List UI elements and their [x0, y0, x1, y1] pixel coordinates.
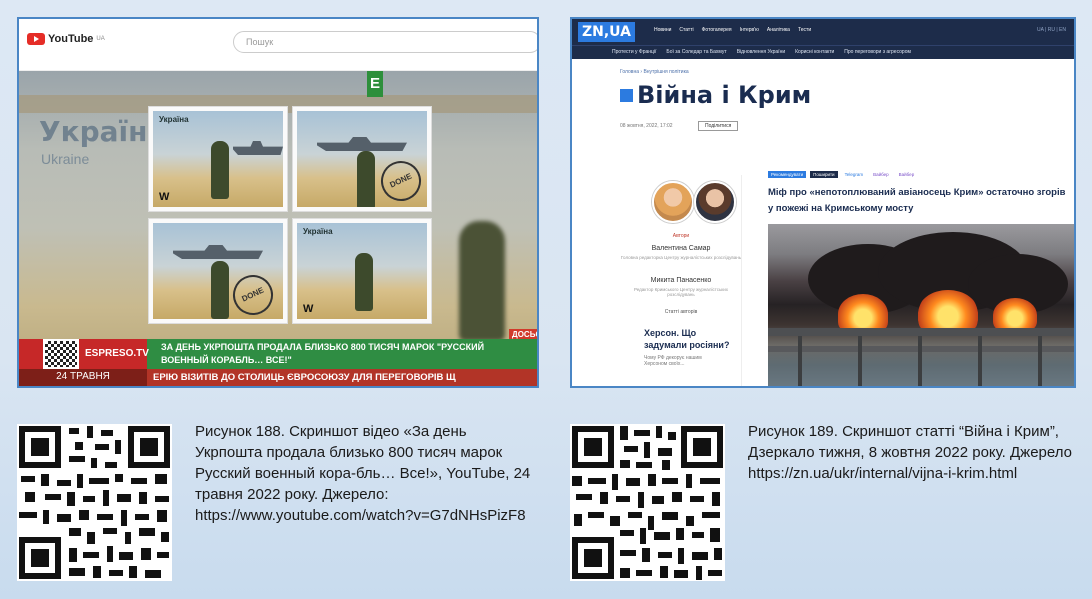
small-qr-icon — [43, 339, 79, 369]
qr-code-graphic — [17, 424, 172, 581]
postage-stamp: DONE — [293, 107, 431, 211]
author-name: Валентина Самар — [651, 245, 711, 252]
zn-navbar: ZN,UA Новини Статті Фотогалерея Інтерв'ю… — [572, 19, 1074, 45]
nav-item: Тести — [797, 27, 812, 33]
stamp-label: Україна — [159, 115, 189, 124]
avatar — [694, 181, 736, 223]
side-article-title: Херсон. Що задумали росіяни? — [644, 328, 730, 350]
youtube-screenshot: YouTube UA Пошук E Україна Ukraine Украї… — [17, 17, 539, 388]
soldier-figure — [211, 261, 229, 319]
done-stamp: DONE — [226, 268, 280, 319]
youtube-search-input: Пошук — [233, 31, 537, 53]
postage-stamp: DONE — [149, 219, 287, 323]
channel-name: ESPRESO.TV — [85, 348, 149, 359]
qr-code — [570, 424, 725, 581]
bridge-fire-photo — [768, 224, 1074, 386]
nav-item: Аналітика — [766, 27, 790, 33]
ship-figure — [233, 141, 283, 155]
nav-item: Інтерв'ю — [739, 27, 759, 33]
youtube-logo-region: UA — [96, 36, 105, 42]
soldier-figure — [355, 253, 373, 311]
postage-stamp: Україна W — [149, 107, 287, 211]
tag: Telegram — [841, 171, 867, 178]
bridge-pillar — [918, 336, 922, 386]
bridge-pillar — [858, 336, 862, 386]
zn-article-body: Головна › Внутрішня політика Війна і Кри… — [572, 59, 1074, 386]
zn-logo: ZN,UA — [578, 22, 635, 42]
bridge-pillar — [798, 336, 802, 386]
blurred-soldier — [459, 221, 505, 341]
authors-column: Автори Валентина Самар Головна редакторк… — [620, 175, 742, 386]
ticker-text: ЕРІЮ ВІЗИТІВ ДО СТОЛИЦЬ ЄВРОСОЮЗУ ДЛЯ ПЕ… — [153, 372, 456, 383]
breadcrumb: Головна › Внутрішня політика — [620, 69, 689, 75]
author-name: Микита Панасенко — [650, 277, 712, 284]
news-ticker: ESPRESO.TV ЗА ДЕНЬ УКРПОШТА ПРОДАЛА БЛИЗ… — [19, 339, 537, 386]
figure-caption: Рисунок 189. Скриншот статті “Війна і Кр… — [748, 423, 1072, 482]
avatar — [652, 181, 694, 223]
video-frame: E Україна Ukraine Україна W DONE DONE Ук… — [19, 71, 537, 386]
language-switch: UA | RU | EN — [1037, 27, 1066, 33]
bridge-deck — [768, 328, 1074, 336]
tag: Поширити — [810, 171, 838, 178]
side-label: Статті авторів — [664, 309, 698, 315]
zn-subnav-items: Протести у Франції Бої за Соледар та Бах… — [612, 49, 911, 55]
youtube-logo: YouTube UA — [27, 33, 105, 45]
zn-subnav: Протести у Франції Бої за Соледар та Бах… — [572, 45, 1074, 59]
soldier-figure — [211, 141, 229, 199]
tag: Рекомендувати — [768, 171, 807, 178]
subnav-item: Бої за Соледар та Бахмут — [666, 49, 727, 55]
done-stamp: DONE — [374, 154, 427, 207]
tag: Вайбер — [895, 171, 918, 178]
ticker-date: 24 ТРАВНЯ — [19, 369, 147, 386]
nav-item: Статті — [679, 27, 694, 33]
share-button: Поділитися — [698, 121, 739, 131]
bridge-pillar — [978, 336, 982, 386]
subnav-item: Відновлення України — [736, 49, 786, 55]
section-title-text: Війна і Крим — [637, 81, 812, 109]
ticker-headline: ЗА ДЕНЬ УКРПОШТА ПРОДАЛА БЛИЗЬКО 800 ТИС… — [161, 342, 485, 365]
youtube-header: YouTube UA Пошук — [19, 19, 537, 71]
channel-letter: E — [367, 71, 383, 97]
nav-item: Фотогалерея — [701, 27, 732, 33]
subnav-item: Протести у Франції — [612, 49, 657, 55]
zn-nav-items: Новини Статті Фотогалерея Інтерв'ю Аналі… — [654, 27, 811, 33]
youtube-logo-text: YouTube — [48, 33, 94, 45]
soldier-figure — [357, 151, 375, 207]
stamp-label: Україна — [303, 227, 333, 236]
fire-flame — [993, 298, 1037, 332]
section-icon — [620, 88, 633, 102]
subnav-item: Про переговори з агресором — [844, 49, 911, 55]
postage-stamp: Україна W — [293, 219, 431, 323]
stamp-value: W — [159, 191, 170, 203]
qr-code — [17, 424, 172, 581]
article-headline: Міф про «непотоплюваний авіаносець Крим»… — [768, 187, 1066, 214]
znua-screenshot: ZN,UA Новини Статті Фотогалерея Інтерв'ю… — [570, 17, 1076, 388]
share-tags: Рекомендувати Поширити Telegram Вайбер В… — [768, 171, 918, 178]
article-date: 08 жовтня, 2022, 17:02 — [620, 123, 673, 129]
article-section-title: Війна і Крим — [620, 81, 811, 109]
stamp-value: W — [303, 303, 314, 315]
qr-code-graphic — [570, 424, 725, 581]
tag: Вайбер — [870, 171, 892, 178]
bridge-pillar — [1038, 336, 1042, 386]
ship-figure — [317, 137, 407, 151]
side-article-sub: Чому РФ декорує нашим Херсоном своїх... — [644, 355, 702, 367]
youtube-play-icon — [27, 33, 45, 45]
nav-item: Новини — [654, 27, 672, 33]
author-desc: Головна редакторка Центру журналістських… — [620, 255, 742, 260]
overlay-country-sub: Ukraine — [41, 151, 90, 167]
authors-label: Автори — [672, 233, 690, 239]
ship-figure — [173, 245, 263, 259]
overlay-country: Україна — [39, 115, 167, 148]
figure-caption: Рисунок 188. Скриншот відео «За день Укр… — [195, 423, 531, 524]
author-desc: Редактор Кримського Центру журналістськи… — [633, 287, 729, 297]
subnav-item: Корисні контакти — [795, 49, 835, 55]
